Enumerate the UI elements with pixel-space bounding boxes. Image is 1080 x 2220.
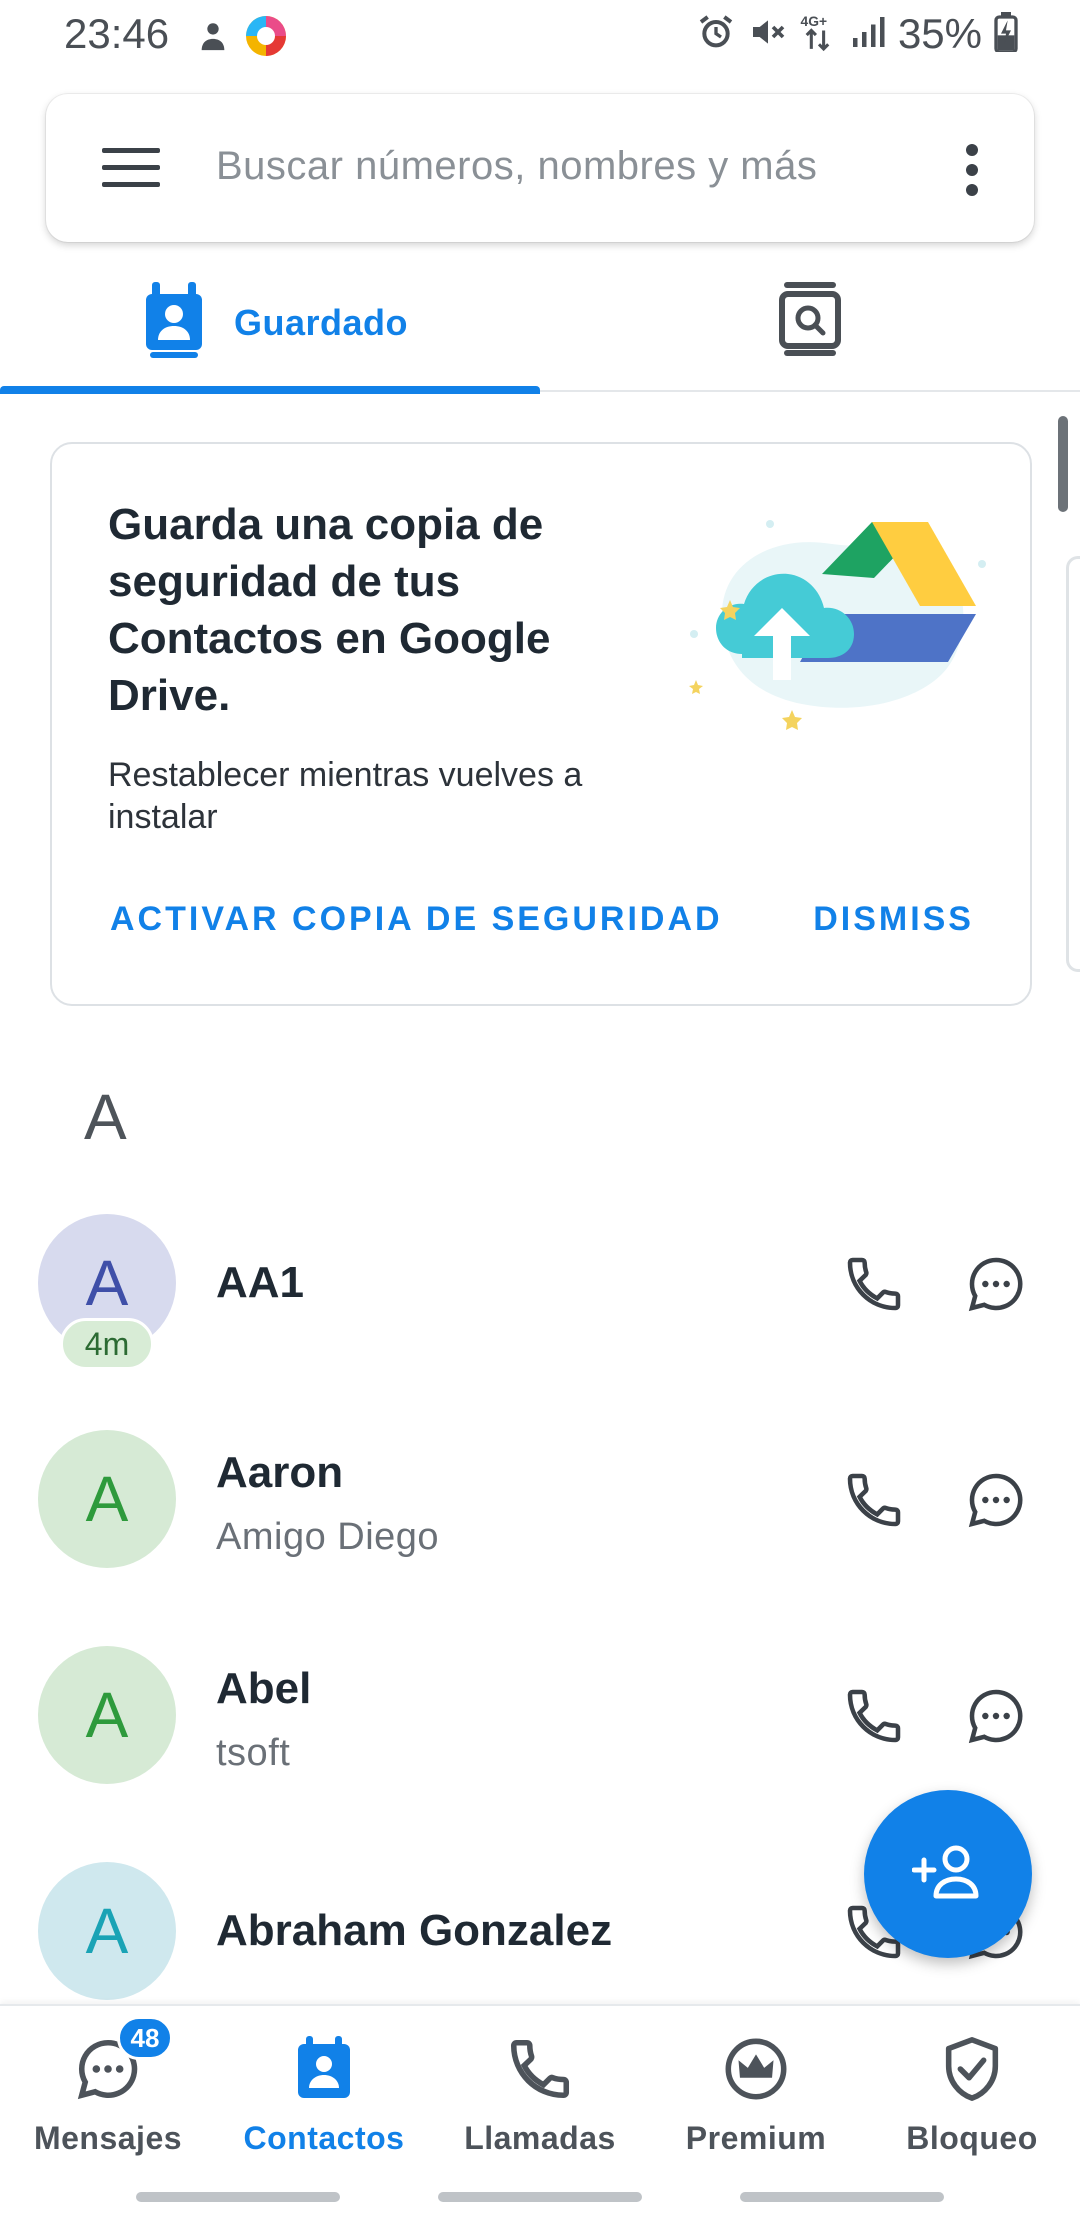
contact-name: Aaron — [216, 1448, 344, 1497]
nav-label: Bloqueo — [906, 2120, 1038, 2156]
avatar: A — [38, 1862, 176, 2000]
hamburger-menu-icon[interactable] — [102, 144, 162, 192]
backup-subtitle: Restablecer mientras vuelves a instalar — [108, 756, 583, 836]
more-vert-icon[interactable] — [962, 142, 982, 198]
add-person-icon — [911, 1844, 984, 1905]
nav-messages[interactable]: 48 Mensajes — [8, 2016, 208, 2174]
carousel-next-card[interactable] — [1066, 556, 1080, 972]
directory-search-icon — [778, 278, 842, 363]
unread-count-badge: 48 — [117, 2016, 173, 2060]
battery-percent: 35% — [897, 10, 982, 57]
activate-backup-button[interactable]: ACTIVAR COPIA DE SEGURIDAD — [110, 900, 723, 939]
status-bar: 23:46 4G+ 35% — [0, 0, 1080, 72]
message-icon[interactable] — [964, 1684, 1028, 1748]
contact-row[interactable]: A Aaron Amigo Diego — [0, 1392, 1080, 1608]
google-drive-cloud-illustration — [682, 504, 1002, 744]
bottom-navigation: 48 Mensajes Contactos Llamadas Premium B… — [0, 2004, 1080, 2220]
gesture-handle — [740, 2192, 944, 2202]
nav-block[interactable]: Bloqueo — [872, 2034, 1072, 2174]
avatar: A — [38, 1430, 176, 1568]
contact-name: Abraham Gonzalez — [216, 1906, 613, 1955]
status-time: 23:46 — [64, 10, 170, 57]
phone-icon[interactable] — [842, 1252, 906, 1316]
backup-promo-card: Guarda una copia de seguridad de tus Con… — [50, 442, 1032, 1006]
search-bar[interactable]: Buscar números, nombres y más — [46, 94, 1034, 242]
contact-card-icon — [142, 280, 206, 365]
nav-label: Llamadas — [464, 2120, 616, 2156]
nav-label: Premium — [685, 2120, 827, 2156]
tab-directory[interactable] — [540, 260, 1080, 392]
tab-active-indicator — [0, 386, 540, 394]
gesture-handle — [136, 2192, 340, 2202]
phone-icon — [505, 2034, 575, 2104]
nav-contacts[interactable]: Contactos — [224, 2034, 424, 2174]
add-contact-button[interactable] — [864, 1790, 1032, 1958]
battery-charging-icon — [994, 11, 1018, 57]
search-input[interactable]: Buscar números, nombres y más — [216, 144, 817, 189]
contact-name: Abel — [216, 1664, 312, 1713]
mute-icon — [748, 12, 788, 57]
dismiss-button[interactable]: DISMISS — [813, 900, 974, 939]
nav-premium[interactable]: Premium — [656, 2034, 856, 2174]
chat-bubble-icon: 48 — [73, 2016, 173, 2104]
avatar: A — [38, 1646, 176, 1784]
contact-row[interactable]: A Abel tsoft — [0, 1608, 1080, 1824]
backup-title: Guarda una copia de seguridad de tus Con… — [108, 500, 551, 720]
message-icon[interactable] — [964, 1252, 1028, 1316]
crown-icon — [721, 2034, 791, 2104]
signal-icon — [850, 14, 886, 55]
gesture-handle — [438, 2192, 642, 2202]
tab-saved-label: Guardado — [234, 302, 409, 343]
contact-name: AA1 — [216, 1258, 305, 1307]
contact-subtitle: tsoft — [216, 1732, 291, 1774]
alarm-icon — [696, 12, 736, 57]
tab-bar: Guardado — [0, 260, 1080, 394]
contact-card-icon — [289, 2034, 359, 2104]
svg-text:4G+: 4G+ — [800, 12, 827, 28]
contact-subtitle: Amigo Diego — [216, 1516, 440, 1558]
scrollbar-thumb[interactable] — [1058, 416, 1068, 512]
recency-badge: 4m — [60, 1318, 154, 1370]
section-header-letter: A — [84, 1081, 127, 1153]
nav-calls[interactable]: Llamadas — [440, 2034, 640, 2174]
tab-saved[interactable]: Guardado — [0, 260, 540, 394]
phone-icon[interactable] — [842, 1684, 906, 1748]
phone-icon[interactable] — [842, 1468, 906, 1532]
nav-label: Mensajes — [33, 2120, 183, 2156]
nav-label: Contactos — [243, 2120, 405, 2156]
app-colorful-icon — [244, 14, 288, 63]
message-icon[interactable] — [964, 1468, 1028, 1532]
contact-row[interactable]: A 4m AA1 — [0, 1176, 1080, 1392]
lock-person-icon — [196, 19, 230, 58]
data-arrows-icon: 4G+ — [800, 12, 838, 57]
shield-check-icon — [937, 2034, 1007, 2104]
